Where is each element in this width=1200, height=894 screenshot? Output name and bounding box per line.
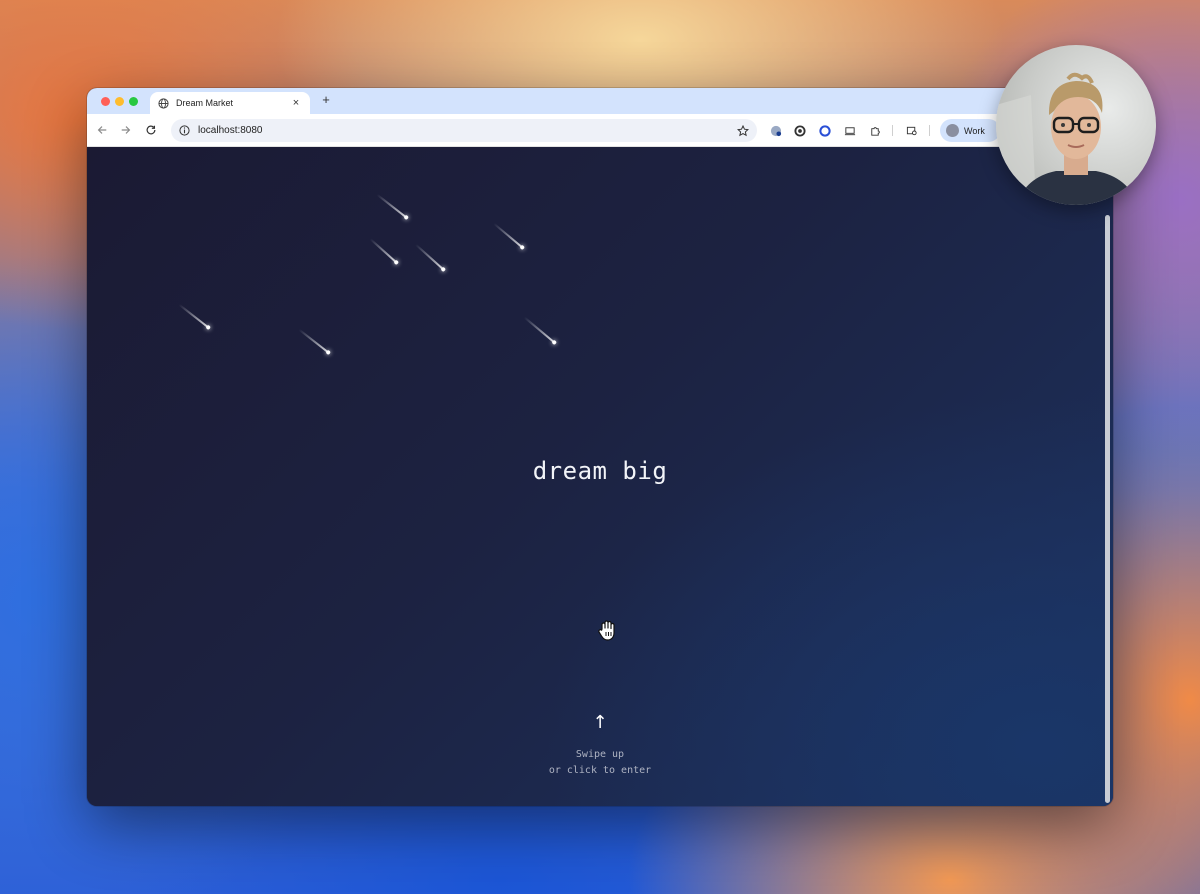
extension-circle-icon[interactable] xyxy=(793,124,806,137)
shooting-star xyxy=(178,303,210,329)
browser-toolbar: localhost:8080 Work xyxy=(87,114,1113,147)
shooting-star xyxy=(369,238,398,264)
page-content[interactable]: dream big ↑ Swipe up or click to enter xyxy=(87,147,1113,806)
bookmark-star-icon[interactable] xyxy=(737,124,749,137)
extension-blue-ring-icon[interactable] xyxy=(818,124,831,137)
webcam-overlay xyxy=(996,45,1156,205)
address-bar[interactable]: localhost:8080 xyxy=(171,119,757,142)
reload-icon xyxy=(146,125,156,135)
forward-button[interactable] xyxy=(119,123,133,137)
tab-search-icon[interactable] xyxy=(905,124,918,137)
tab-dream-market[interactable]: Dream Market × xyxy=(150,92,310,114)
tab-strip: Dream Market × + xyxy=(87,88,1113,114)
browser-window: Dream Market × + localhost:8080 Work dre… xyxy=(87,88,1113,806)
grab-hand-cursor-icon xyxy=(598,620,615,641)
tab-title: Dream Market xyxy=(176,98,234,108)
maximize-window-button[interactable] xyxy=(129,97,138,106)
reload-button[interactable] xyxy=(144,123,158,137)
new-tab-button[interactable]: + xyxy=(319,92,333,107)
profile-avatar xyxy=(946,124,959,137)
extension-google-icon[interactable] xyxy=(769,124,782,137)
enter-hint[interactable]: or click to enter xyxy=(87,765,1113,776)
toolbar-separator xyxy=(929,125,930,136)
headline: dream big xyxy=(532,457,668,485)
globe-icon xyxy=(158,97,169,109)
shooting-star xyxy=(493,222,524,249)
shooting-star xyxy=(298,328,330,354)
arrow-left-icon xyxy=(97,126,107,134)
close-window-button[interactable] xyxy=(101,97,110,106)
shooting-star xyxy=(523,316,556,344)
tab-close-button[interactable]: × xyxy=(290,97,302,109)
toolbar-separator xyxy=(892,125,893,136)
minimize-window-button[interactable] xyxy=(115,97,124,106)
arrow-right-icon xyxy=(121,126,131,134)
webcam-person-image xyxy=(996,72,1138,205)
shooting-star xyxy=(415,243,445,271)
scrollbar-thumb[interactable] xyxy=(1105,215,1110,803)
profile-label: Work xyxy=(964,125,985,136)
site-info-icon[interactable] xyxy=(179,125,190,136)
cast-icon[interactable] xyxy=(843,124,856,137)
arrow-up-icon[interactable]: ↑ xyxy=(87,712,1113,733)
url-text[interactable]: localhost:8080 xyxy=(198,125,737,136)
swipe-hint: Swipe up xyxy=(575,749,625,760)
profile-button[interactable]: Work xyxy=(940,119,1000,142)
extensions-puzzle-icon[interactable] xyxy=(868,124,881,137)
back-button[interactable] xyxy=(95,123,109,137)
shooting-star xyxy=(376,193,408,219)
